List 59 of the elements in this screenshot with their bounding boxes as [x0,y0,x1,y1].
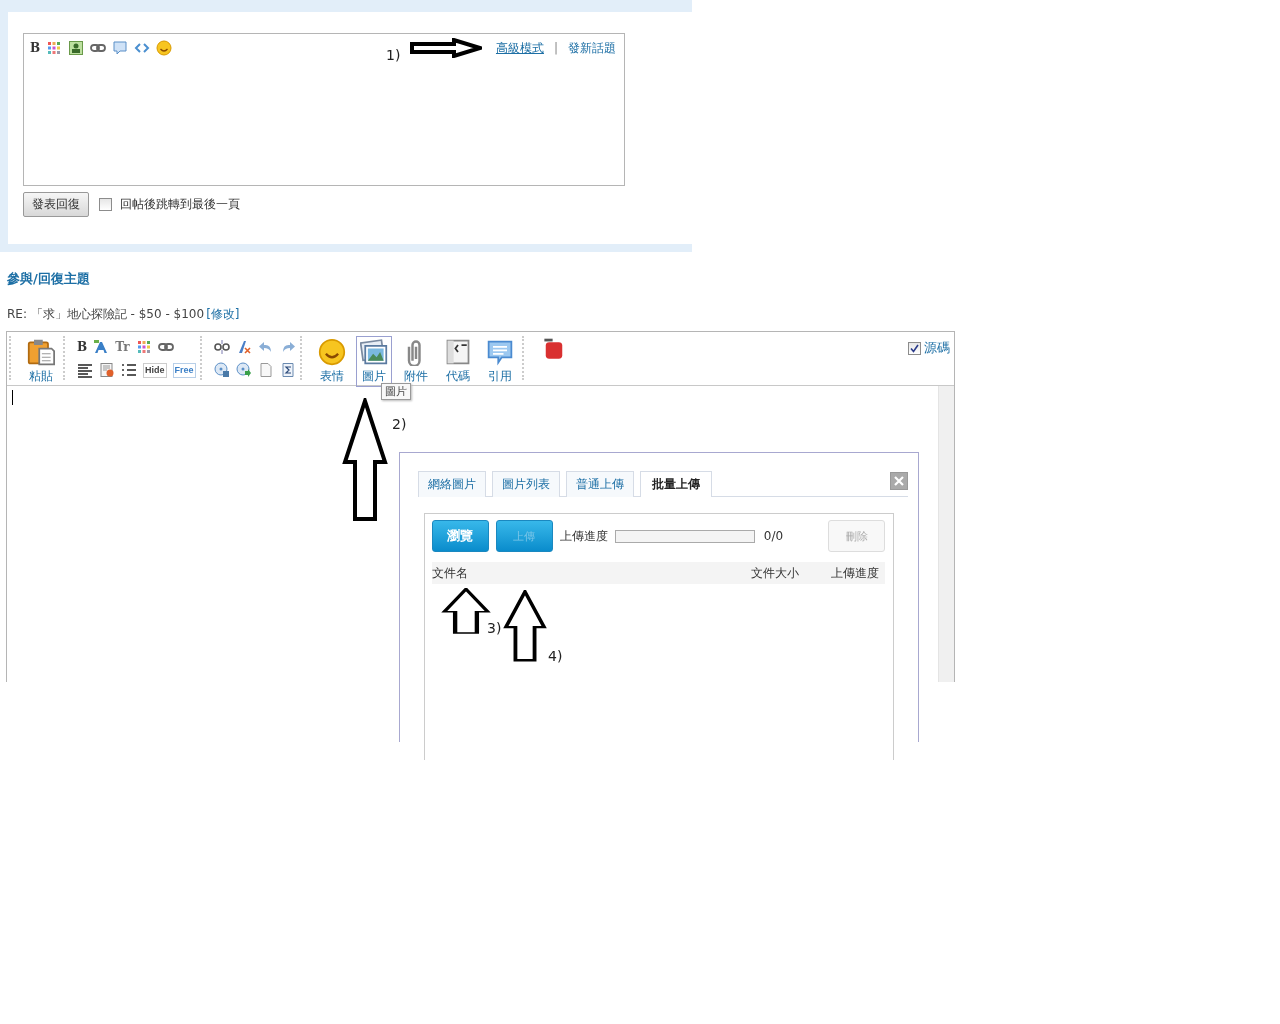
formula-page-icon[interactable] [279,362,296,378]
column-header: 文件名 [432,564,469,582]
column-header: 上傳進度 [831,564,880,582]
smiley-icon [317,338,346,366]
bold-button[interactable]: B [30,40,41,56]
disc-icon[interactable] [213,362,230,378]
tab[interactable]: 普通上傳 [566,471,634,497]
align-icon[interactable] [77,362,93,378]
color-grid-icon[interactable] [135,339,152,355]
speech-bubble-icon[interactable] [112,40,129,56]
column-header: 文件大小 [751,564,800,582]
page-icon[interactable] [257,362,274,378]
bold-button[interactable]: B [77,339,88,355]
scrollbar[interactable] [938,386,954,682]
annotation-label: 4) [548,648,563,664]
toolbar-button[interactable]: 引用 [481,336,518,387]
toolbar-button[interactable]: 代碼 [439,336,476,387]
clipboard-icon [27,338,55,366]
mode-link[interactable]: 發新話題 [568,39,616,57]
font-icon[interactable] [93,339,110,355]
tab[interactable]: 批量上傳 [640,471,712,497]
arrow [503,590,547,662]
progress-count: 0/0 [763,529,784,543]
float-icon[interactable] [99,362,115,378]
checkbox[interactable] [908,341,921,355]
text-size-button[interactable]: Tr [115,339,130,355]
checkbox[interactable] [99,198,112,211]
subject-text: RE: 「求」地心探險記 - $50 - $100 [7,306,205,323]
progress-label: 上傳進度 [559,527,608,545]
video-icon [542,338,565,360]
list-icon[interactable] [121,362,137,378]
annotation-label: 2) [392,416,407,432]
unlink-icon[interactable] [213,339,230,355]
text-cursor [12,390,13,405]
checkbox-label: 回帖後跳轉到最後一頁 [120,196,240,213]
tooltip: 圖片 [380,383,411,400]
photos-icon [359,338,388,366]
separator: | [553,41,558,55]
toolbar-button[interactable]: 表情 [313,336,350,387]
mode-link[interactable]: 高級模式 [495,39,544,57]
picture-icon[interactable] [68,40,85,56]
edit-link[interactable]: [修改] [206,306,240,323]
hide-button[interactable]: Hide [143,362,167,378]
section-heading: 參與/回復主題 [7,270,91,288]
free-button[interactable]: Free [172,362,196,378]
annotation-label: 1) [386,47,401,63]
tab[interactable]: 網絡圖片 [418,471,486,497]
toolbar-button[interactable]: 粘貼 [23,336,59,387]
checkbox-label: 源碼 [924,339,950,357]
annotation-label: 3) [487,620,502,636]
reply-button[interactable]: 發表回復 [23,192,89,217]
arrow [410,38,482,58]
smiley-icon[interactable] [156,40,173,56]
close-icon [894,476,904,486]
close-button[interactable] [890,472,908,490]
quote-bubble-icon [485,338,514,366]
tab[interactable]: 圖片列表 [492,471,560,497]
color-grid-icon[interactable] [46,40,63,56]
disc-icon[interactable] [235,362,252,378]
